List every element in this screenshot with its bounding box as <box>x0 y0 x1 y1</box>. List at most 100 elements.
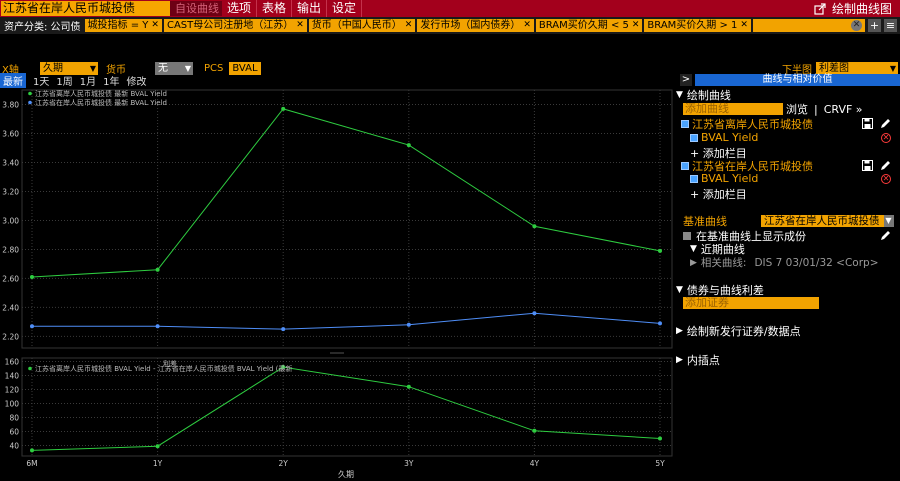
x-tick-label: 4Y <box>530 459 540 468</box>
data-point <box>406 384 411 389</box>
curve1-field-checkbox[interactable] <box>690 133 698 142</box>
legend-marker <box>28 366 32 371</box>
collapse-panel-icon[interactable]: > <box>680 74 692 86</box>
x-tick-label: 3Y <box>404 459 414 468</box>
chevron-down-icon: ▼ <box>883 215 894 227</box>
data-point <box>658 321 662 326</box>
y-tick-label: 2.40 <box>2 303 19 312</box>
section-interpolation[interactable]: ▶ 内插点 <box>676 352 720 368</box>
legend-marker <box>28 100 32 105</box>
asset-class-label: 资产分类: 公司债 <box>4 22 81 33</box>
remove-chip-icon: ✕ <box>404 20 413 30</box>
filter-chip[interactable]: 发行市场（国内债券） ✕ <box>417 19 534 32</box>
delete-icon[interactable]: ✕ <box>881 132 891 143</box>
curve2-checkbox[interactable] <box>681 162 689 170</box>
filter-chip[interactable]: BRAM买价久期 < 5 ✕ <box>535 19 643 32</box>
y-tick-label: 3.20 <box>2 187 19 196</box>
data-point <box>30 274 34 279</box>
y-tick-label: 40 <box>9 442 19 451</box>
remove-chip-icon: ✕ <box>151 20 159 30</box>
clear-filter-icon[interactable]: ✕ <box>851 20 862 31</box>
edit-icon[interactable] <box>880 118 892 130</box>
chart-area: 2.20 2.40 2.60 2.80 3.00 3.20 3.40 3.60 3.80 江苏省离… <box>0 86 676 481</box>
legend-label: 江苏省在岸人民币城投债 最新 BVAL Yield <box>35 98 167 107</box>
data-point <box>30 448 34 453</box>
window-title: 绘制曲线图 <box>831 2 892 16</box>
chevron-down-icon: ▼ <box>889 63 896 73</box>
curve2-field-checkbox[interactable] <box>690 174 698 183</box>
delete-icon[interactable]: ✕ <box>881 173 891 184</box>
filter-chip[interactable]: 货币（中国人民币） ✕ <box>308 19 416 32</box>
add-security-input[interactable]: 添加证券 <box>683 297 819 309</box>
x-tick-label: 6M <box>26 459 37 468</box>
x-tick-label: 1Y <box>153 459 163 468</box>
custom-curve-tab[interactable]: 自设曲线 <box>170 1 222 16</box>
data-point <box>532 311 537 316</box>
filter-chip[interactable]: CAST母公司注册地（江苏） ✕ <box>163 19 307 32</box>
y-tick-label: 2.80 <box>2 245 19 254</box>
data-point <box>155 444 160 449</box>
legend-marker <box>28 91 32 96</box>
curve1-checkbox[interactable] <box>681 120 689 128</box>
legend-label: 江苏省离岸人民币城投债 最新 BVAL Yield <box>35 89 167 98</box>
menu-settings[interactable]: 设定 <box>327 0 363 17</box>
panel-title: 曲线与相对价值 <box>695 74 900 86</box>
y-tick-label: 80 <box>9 414 19 423</box>
menu-options[interactable]: 选项 <box>222 0 258 17</box>
y-tick-label: 3.00 <box>2 216 19 225</box>
y-tick-label: 3.40 <box>2 158 19 167</box>
x-tick-label: 5Y <box>655 459 665 468</box>
add-curve-input[interactable]: 添加曲线 <box>683 103 783 115</box>
data-point <box>406 143 411 148</box>
y-tick-label: 160 <box>5 358 20 367</box>
y-tick-label: 60 <box>9 428 19 437</box>
edit-icon[interactable] <box>880 230 892 242</box>
show-components-checkbox[interactable] <box>683 232 691 240</box>
y-tick-label: 2.20 <box>2 332 19 341</box>
export-icon[interactable] <box>814 2 826 15</box>
add-filter-button[interactable]: + <box>868 19 881 32</box>
curves-panel: ▼ 绘制曲线 添加曲线 浏览 | CRVF » 江苏省离岸人民币城投债 BVAL … <box>676 86 900 481</box>
remove-chip-icon: ✕ <box>740 20 748 30</box>
caret-right-icon: ▶ <box>676 326 683 336</box>
filter-chip[interactable]: BRAM买价久期 > 1 ✕ <box>644 19 751 32</box>
curve1-label: 江苏省离岸人民币城投债 <box>692 118 813 131</box>
save-icon[interactable] <box>862 118 874 130</box>
browse-link[interactable]: 浏览 <box>786 101 808 117</box>
section-new-issue[interactable]: ▶ 绘制新发行证券/数据点 <box>676 323 801 339</box>
chart-svg: 2.20 2.40 2.60 2.80 3.00 3.20 3.40 3.60 3.80 江苏省离… <box>2 89 673 479</box>
related-curve: ▶ 相关曲线: DIS 7 03/01/32 <Corp> <box>690 256 879 270</box>
currency-dropdown[interactable]: 无 ▼ <box>155 61 193 75</box>
series-line <box>32 312 661 330</box>
curve-title-input[interactable]: 江苏省在岸人民币城投债 <box>1 1 170 16</box>
data-point <box>532 224 537 229</box>
curve2-field-label: BVAL Yield <box>701 172 759 185</box>
data-point <box>281 106 286 111</box>
menu-bar: 选项 表格 输出 设定 <box>222 0 363 17</box>
base-curve-dropdown[interactable]: 江苏省在岸人民币城投债 ▼ <box>761 215 894 227</box>
save-icon[interactable] <box>862 160 874 172</box>
menu-table[interactable]: 表格 <box>257 0 293 17</box>
edit-icon[interactable] <box>880 160 892 172</box>
chevron-down-icon: ▼ <box>184 63 191 73</box>
filter-menu-button[interactable]: ≡ <box>884 19 897 32</box>
caret-right-icon: ▶ <box>676 355 683 365</box>
filter-bar: 资产分类: 公司债 城投指标 = Y ✕ CAST母公司注册地（江苏） ✕ 货币（中… <box>0 17 900 34</box>
lower-chart-dropdown[interactable]: 利差图 ▼ <box>816 61 898 75</box>
y-tick-label: 2.60 <box>2 274 19 283</box>
curve1-field-label: BVAL Yield <box>701 131 759 144</box>
crvf-link[interactable]: CRVF » <box>824 103 863 116</box>
series-line <box>31 108 661 278</box>
caret-down-icon: ▼ <box>690 244 697 254</box>
filter-chip[interactable]: 城投指标 = Y ✕ <box>84 19 162 32</box>
pcs-label: PCS <box>204 62 224 74</box>
menu-output[interactable]: 输出 <box>292 0 328 17</box>
series-line <box>31 366 661 451</box>
base-curve-label: 基准曲线 <box>683 215 727 228</box>
pcs-input[interactable]: BVAL <box>229 61 262 75</box>
add-column-button[interactable]: + 添加栏目 <box>690 186 747 202</box>
caret-right-icon: ▶ <box>690 257 697 268</box>
filter-input[interactable]: ✕ <box>752 19 865 32</box>
y-tick-label: 100 <box>5 400 20 409</box>
title-bar: 江苏省在岸人民币城投债 自设曲线 选项 表格 输出 设定 绘制曲线图 <box>0 0 900 17</box>
